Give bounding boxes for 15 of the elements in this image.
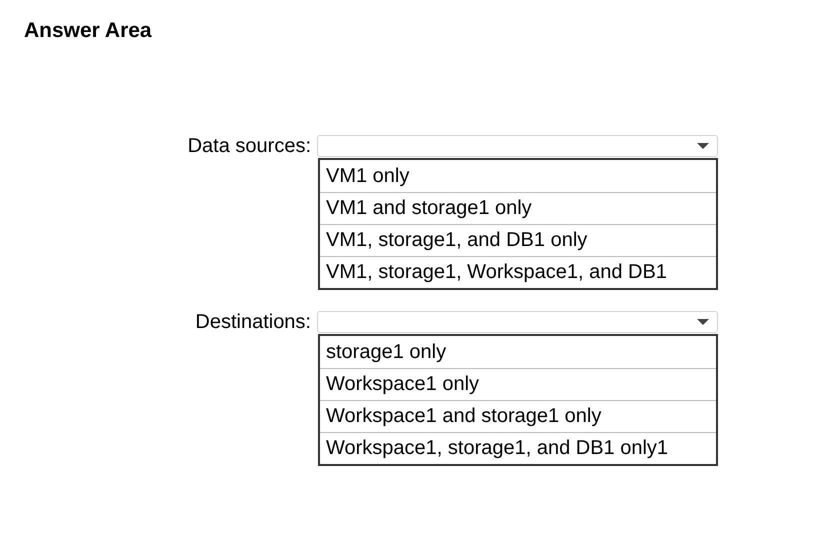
dropdown-option[interactable]: Workspace1 only: [320, 368, 716, 400]
dropdown-option[interactable]: storage1 only: [320, 336, 716, 368]
dropdown-field[interactable]: [317, 134, 718, 156]
dropdown-option[interactable]: Workspace1, storage1, and DB1 only1: [320, 432, 716, 464]
dropdown-option[interactable]: Workspace1 and storage1 only: [320, 400, 716, 432]
dropdown-field[interactable]: [317, 310, 718, 332]
dropdown-option[interactable]: VM1 only: [320, 160, 716, 192]
heading: Answer Area: [24, 19, 152, 42]
field-label: Destinations:: [195, 310, 311, 334]
dropdown-option[interactable]: VM1, storage1, and DB1 only: [320, 224, 716, 256]
dropdown-option[interactable]: VM1, storage1, Workspace1, and DB1: [320, 256, 716, 288]
dropdown-option[interactable]: VM1 and storage1 only: [320, 192, 716, 224]
field-label: Data sources:: [188, 134, 311, 158]
caret-icon: [696, 318, 710, 326]
caret-icon: [696, 142, 710, 150]
